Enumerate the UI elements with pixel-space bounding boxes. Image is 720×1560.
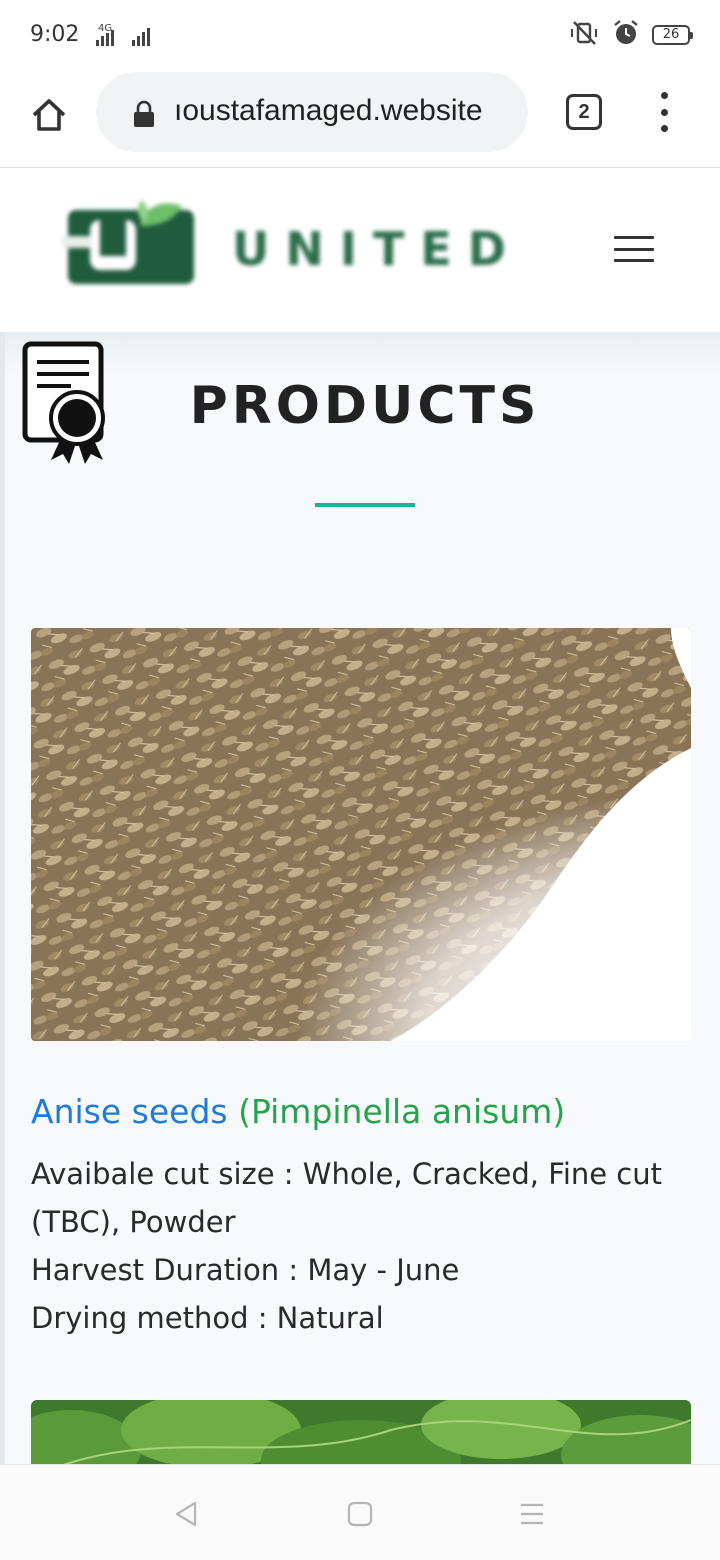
detail-drying-method: Drying method : Natural bbox=[31, 1301, 384, 1335]
tab-switcher-button[interactable]: 2 bbox=[566, 94, 602, 130]
address-bar[interactable]: ıoustafamaged.website bbox=[96, 72, 528, 152]
product-image-next[interactable] bbox=[31, 1400, 691, 1464]
network-type-label: 4G bbox=[98, 23, 112, 34]
url-text: ıoustafamaged.website bbox=[174, 94, 483, 127]
nav-home-button[interactable] bbox=[340, 1497, 380, 1531]
nav-back-button[interactable] bbox=[166, 1497, 206, 1531]
hamburger-menu-button[interactable] bbox=[614, 236, 654, 262]
network-signal-icon: 4G bbox=[86, 20, 166, 55]
status-time: 9:02 bbox=[30, 22, 80, 47]
browser-toolbar: ıoustafamaged.website 2 bbox=[0, 70, 720, 168]
home-icon bbox=[32, 99, 66, 131]
system-navigation-bar bbox=[0, 1464, 720, 1560]
lock-icon bbox=[132, 100, 156, 133]
status-bar: 9:02 4G 26 bbox=[0, 0, 720, 70]
detail-cut-size: Avaibale cut size : Whole, Cracked, Fine… bbox=[31, 1157, 663, 1239]
products-section: PRODUCTS Anise seeds (Pimpinella anisum)… bbox=[0, 332, 720, 1464]
product-name-anise[interactable]: Anise seeds (Pimpinella anisum) bbox=[31, 1092, 565, 1131]
battery-icon: 26 bbox=[652, 25, 693, 45]
alarm-icon bbox=[612, 19, 640, 52]
anise-seeds-image bbox=[31, 628, 691, 1041]
site-header: UNITED bbox=[0, 168, 720, 332]
vibrate-icon bbox=[568, 19, 600, 52]
title-underline bbox=[315, 503, 415, 507]
home-button[interactable] bbox=[22, 88, 76, 142]
product-common-name: Anise seeds bbox=[31, 1092, 239, 1131]
product-details-anise: Avaibale cut size : Whole, Cracked, Fine… bbox=[31, 1150, 681, 1342]
site-logo[interactable]: UNITED bbox=[62, 196, 506, 292]
recents-icon bbox=[521, 1503, 543, 1525]
back-icon bbox=[175, 1501, 197, 1527]
browser-menu-button[interactable] bbox=[652, 92, 676, 132]
page-title: PRODUCTS bbox=[189, 376, 541, 436]
nav-recents-button[interactable] bbox=[512, 1497, 552, 1531]
square-home-icon bbox=[347, 1501, 373, 1527]
logo-mark-icon bbox=[62, 200, 194, 284]
logo-text: UNITED bbox=[232, 222, 522, 276]
detail-harvest-duration: Harvest Duration : May - June bbox=[31, 1253, 460, 1287]
product-image-anise[interactable] bbox=[31, 628, 691, 1041]
product-latin-name: (Pimpinella anisum) bbox=[238, 1092, 566, 1131]
green-leaves-image bbox=[31, 1400, 691, 1464]
